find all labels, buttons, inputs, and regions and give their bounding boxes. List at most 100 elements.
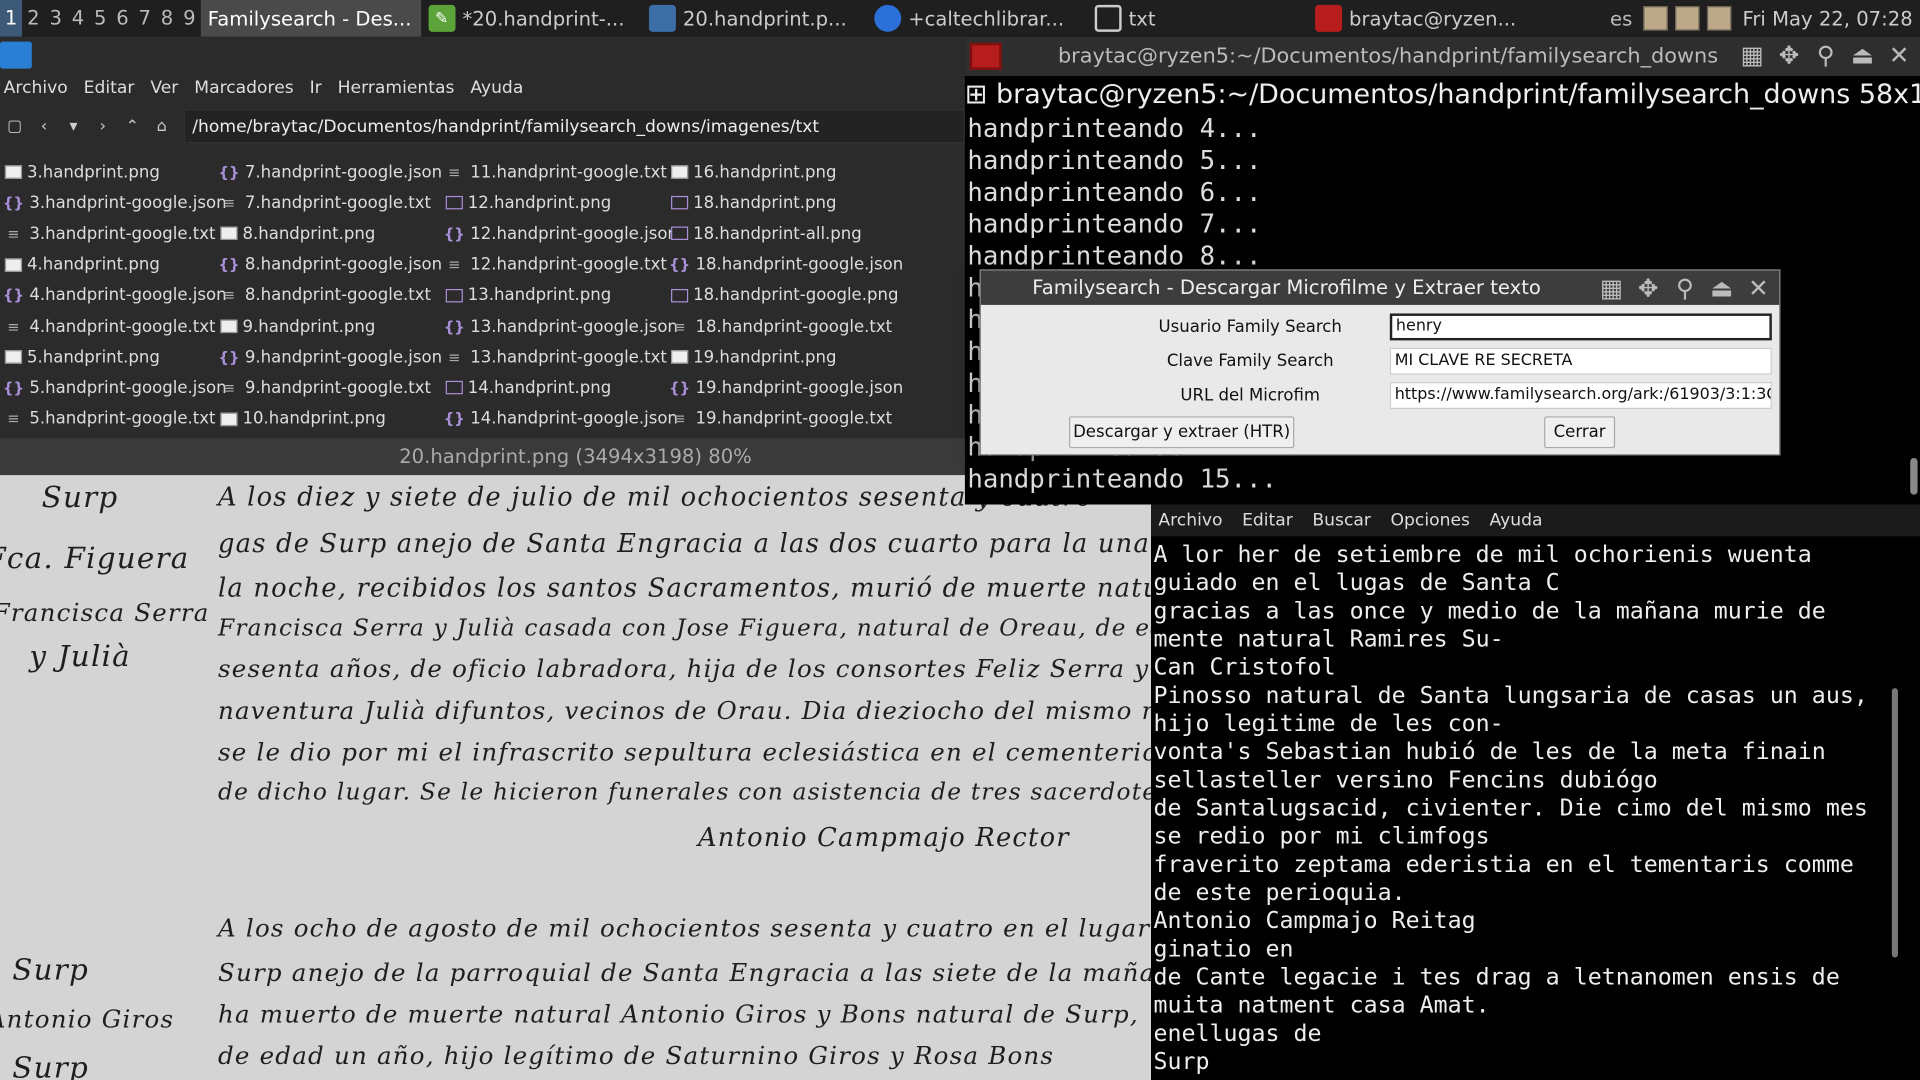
new-tab-icon[interactable]: ▢ <box>0 117 29 135</box>
pin-icon[interactable]: ⚲ <box>1671 274 1698 301</box>
handwritten-document[interactable]: Surp Fca. Figuera Francisca Serra y Juli… <box>0 475 1152 1080</box>
file-item[interactable]: 16.handprint.png <box>669 157 904 188</box>
workspace-9[interactable]: 9 <box>178 0 200 37</box>
task-image-viewer[interactable]: 20.handprint.p... <box>641 0 866 37</box>
file-item[interactable]: ≡ 9.handprint-google.txt <box>218 373 442 404</box>
file-item[interactable]: {} 4.handprint-google.json <box>2 280 227 311</box>
close-icon[interactable]: ✕ <box>1886 42 1913 69</box>
workspace-2[interactable]: 2 <box>22 0 44 37</box>
task-familysearch[interactable]: Familysearch - Des... <box>200 0 421 37</box>
url-input[interactable]: https://www.familysearch.org/ark:/61903/… <box>1389 382 1772 409</box>
editor-text-area[interactable]: A lor her de setiembre de mil ochorienis… <box>1153 541 1867 1076</box>
file-item[interactable]: 9.handprint.png <box>218 311 442 342</box>
user-input[interactable]: henry <box>1389 313 1772 341</box>
menu-ayuda[interactable]: Ayuda <box>467 73 527 102</box>
file-item[interactable]: {} 19.handprint-google.json <box>669 373 903 404</box>
keyboard-layout[interactable]: es <box>1610 7 1632 30</box>
minimize-icon[interactable]: ⏏ <box>1849 42 1876 69</box>
file-item[interactable]: {} 18.handprint-google.json <box>669 249 903 280</box>
task-file-manager[interactable]: txt <box>1087 0 1307 37</box>
clipboard-icon[interactable] <box>1643 6 1668 31</box>
workspace-8[interactable]: 8 <box>156 0 178 37</box>
pin-icon[interactable]: ⚲ <box>1812 42 1839 69</box>
file-item[interactable]: 10.handprint.png <box>218 403 442 434</box>
minimize-icon[interactable]: ⏏ <box>1708 274 1735 301</box>
task-terminal[interactable]: braytac@ryzen... <box>1307 0 1525 37</box>
workspace-4[interactable]: 4 <box>67 0 89 37</box>
menu-ayuda[interactable]: Ayuda <box>1482 504 1547 536</box>
terminal-tab[interactable]: ⊞ braytac@ryzen5:~/Documentos/handprint/… <box>965 78 1920 112</box>
editor-scrollbar[interactable] <box>1891 688 1898 958</box>
workspace-3[interactable]: 3 <box>45 0 67 37</box>
workspace-1[interactable]: 1 <box>0 0 23 37</box>
clock[interactable]: Fri May 22, 07:28 <box>1743 7 1913 30</box>
file-item[interactable]: {} 8.handprint-google.json <box>218 249 443 280</box>
workspace-7[interactable]: 7 <box>134 0 156 37</box>
menu-opciones[interactable]: Opciones <box>1383 504 1475 536</box>
file-item[interactable]: {} 12.handprint-google.json <box>443 218 678 249</box>
menu-herramientas[interactable]: Herramientas <box>334 73 458 102</box>
task-editor[interactable]: ✎ *20.handprint-... <box>421 0 641 37</box>
move-icon[interactable]: ✥ <box>1776 42 1803 69</box>
close-button[interactable]: Cerrar <box>1544 416 1616 449</box>
move-icon[interactable]: ✥ <box>1635 274 1662 301</box>
file-item[interactable]: 18.handprint-google.png <box>669 280 904 311</box>
clipboard-icon[interactable] <box>1675 6 1700 31</box>
file-item[interactable]: 19.handprint.png <box>669 342 904 373</box>
workspace-5[interactable]: 5 <box>89 0 111 37</box>
file-item[interactable]: 12.handprint.png <box>443 188 678 219</box>
file-item[interactable]: ≡ 18.handprint-google.txt <box>669 311 904 342</box>
file-item[interactable]: 4.handprint.png <box>2 249 226 280</box>
terminal-titlebar[interactable]: braytac@ryzen5:~/Documentos/handprint/fa… <box>964 36 1920 76</box>
menu-ver[interactable]: Ver <box>147 73 182 102</box>
menu-buscar[interactable]: Buscar <box>1305 504 1376 536</box>
file-item[interactable]: ≡ 3.handprint-google.txt <box>2 218 226 249</box>
menu-archivo[interactable]: Archivo <box>0 73 71 102</box>
file-item[interactable]: ≡ 12.handprint-google.txt <box>443 249 678 280</box>
tile-icon[interactable]: ▦ <box>1598 274 1625 301</box>
menu-archivo[interactable]: Archivo <box>1151 504 1227 536</box>
file-item[interactable]: {} 3.handprint-google.json <box>2 188 227 219</box>
file-item[interactable]: ≡ 19.handprint-google.txt <box>669 403 904 434</box>
file-item[interactable]: {} 5.handprint-google.json <box>2 373 227 404</box>
download-extract-button[interactable]: Descargar y extraer (HTR) <box>1068 416 1295 449</box>
history-dropdown-icon[interactable]: ▾ <box>59 117 88 135</box>
file-item[interactable]: ≡ 5.handprint-google.txt <box>2 403 226 434</box>
path-bar: ▢ ‹ ▾ › ⌃ ⌂ /home/braytac/Documentos/han… <box>0 108 965 145</box>
menu-marcadores[interactable]: Marcadores <box>191 73 298 102</box>
dialog-titlebar[interactable]: Familysearch - Descargar Microfilme y Ex… <box>980 270 1780 305</box>
file-item[interactable]: 14.handprint.png <box>443 373 678 404</box>
terminal-scrollbar[interactable] <box>1910 457 1918 495</box>
folder-icon[interactable] <box>0 41 32 69</box>
password-input[interactable]: MI CLAVE RE SECRETA <box>1389 347 1772 375</box>
menu-ir[interactable]: Ir <box>306 73 325 102</box>
file-item[interactable]: ≡ 13.handprint-google.txt <box>443 342 678 373</box>
task-browser[interactable]: +caltechlibrar... <box>867 0 1087 37</box>
handwritten-line: se le dio por mi el infrascrito sepultur… <box>217 737 1152 767</box>
file-item[interactable]: 3.handprint.png <box>2 157 226 188</box>
tile-icon[interactable]: ▦ <box>1739 42 1766 69</box>
file-item[interactable]: {} 9.handprint-google.json <box>218 342 443 373</box>
file-item[interactable]: {} 14.handprint-google.json <box>443 403 678 434</box>
file-item[interactable]: ≡ 7.handprint-google.txt <box>218 188 442 219</box>
file-item[interactable]: 8.handprint.png <box>218 218 442 249</box>
up-icon[interactable]: ⌃ <box>118 117 147 135</box>
file-item[interactable]: ≡ 8.handprint-google.txt <box>218 280 442 311</box>
file-item[interactable]: {} 7.handprint-google.json <box>218 157 443 188</box>
file-item[interactable]: 13.handprint.png <box>443 280 678 311</box>
file-item[interactable]: ≡ 11.handprint-google.txt <box>443 157 678 188</box>
back-icon[interactable]: ‹ <box>29 117 58 135</box>
file-item[interactable]: 18.handprint.png <box>669 188 904 219</box>
file-item[interactable]: 18.handprint-all.png <box>669 218 904 249</box>
file-item[interactable]: {} 13.handprint-google.json <box>443 311 678 342</box>
close-icon[interactable]: ✕ <box>1745 274 1772 301</box>
forward-icon[interactable]: › <box>88 117 117 135</box>
clipboard-icon[interactable] <box>1707 6 1732 31</box>
workspace-6[interactable]: 6 <box>111 0 133 37</box>
menu-editar[interactable]: Editar <box>80 73 138 102</box>
menu-editar[interactable]: Editar <box>1235 504 1298 536</box>
file-item[interactable]: 5.handprint.png <box>2 342 226 373</box>
home-icon[interactable]: ⌂ <box>147 117 176 135</box>
location-input[interactable]: /home/braytac/Documentos/handprint/famil… <box>183 108 965 144</box>
file-item[interactable]: ≡ 4.handprint-google.txt <box>2 311 226 342</box>
